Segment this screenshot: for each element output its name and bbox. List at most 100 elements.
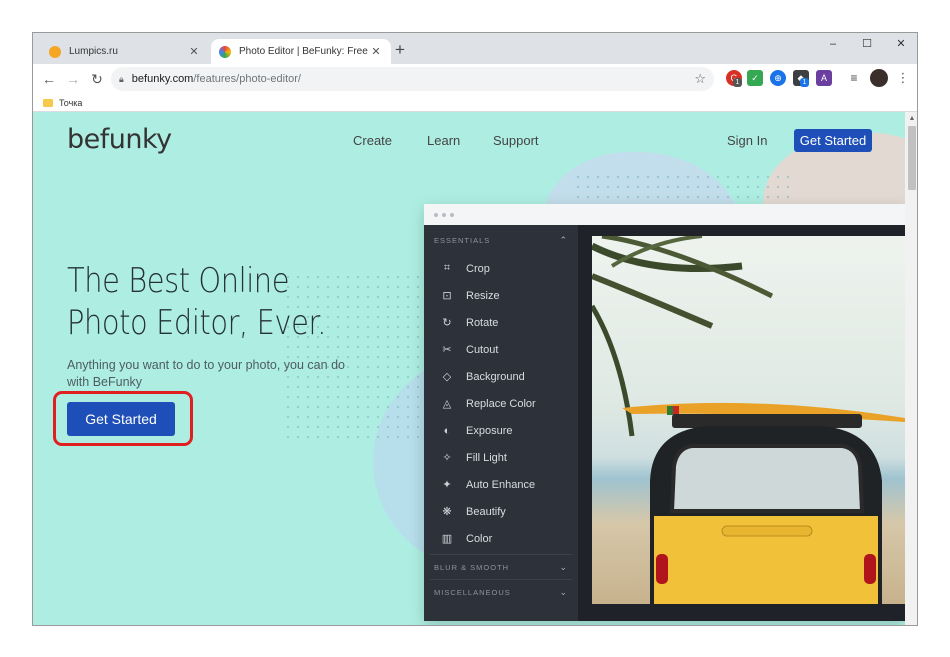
scroll-up-icon[interactable]: ▲ [905, 112, 917, 126]
chevron-down-icon: ⌄ [559, 586, 568, 597]
browser-toolbar: ← → ↻ 🔒︎ befunky.com/features/photo-edit… [33, 64, 917, 94]
tool-label: Auto Enhance [466, 478, 536, 491]
nav-create[interactable]: Create [353, 133, 392, 148]
tool-background[interactable]: ◇ Background [424, 363, 578, 390]
tool-label: Crop [466, 262, 490, 275]
extension-badge: 1 [733, 78, 742, 87]
tab-title: Photo Editor | BeFunky: Free Onl [239, 46, 369, 57]
page-scrollbar[interactable]: ▲ [905, 112, 917, 625]
hero-subtitle: Anything you want to do to your photo, y… [67, 358, 345, 389]
color-icon: ▥ [441, 533, 453, 545]
lumpics-favicon-icon [49, 45, 61, 58]
close-tab-icon[interactable]: ✕ [187, 45, 201, 58]
section-title: MISCELLANEOUS [434, 587, 511, 597]
essentials-title: ESSENTIALS [434, 235, 491, 245]
browser-window: Lumpics.ru ✕ Photo Editor | BeFunky: Fre… [32, 32, 918, 626]
sparkle-icon: ✦ [442, 479, 452, 491]
tool-replace-color[interactable]: ◬ Replace Color [424, 390, 578, 417]
preview-titlebar [424, 204, 905, 225]
tool-label: Replace Color [466, 397, 536, 410]
tool-cutout[interactable]: ✂ Cutout [424, 336, 578, 363]
tool-label: Resize [466, 289, 500, 302]
maximize-button[interactable]: ☐ [849, 33, 885, 55]
exposure-icon: ◐ [443, 424, 451, 437]
minimize-button[interactable]: – [815, 33, 851, 55]
tool-list: ⌗ Crop ⊡ Resize ↻ Rotate ✂ Cutout ◇ Background ◬ Re… [424, 255, 578, 552]
befunky-favicon-icon [219, 45, 231, 58]
tool-color[interactable]: ▥ Color [424, 525, 578, 552]
extension-globe-icon[interactable]: ⊕ [770, 70, 786, 86]
sample-photo-van [592, 236, 905, 604]
lock-icon: 🔒︎ [119, 73, 124, 84]
befunky-logo[interactable]: befunky [67, 124, 172, 155]
bookmark-item[interactable]: Точка [59, 98, 82, 108]
url-host: befunky.com [131, 73, 194, 85]
extension-check-icon[interactable]: ✓ [747, 70, 763, 86]
bookmarks-bar: Точка [33, 94, 917, 112]
tool-resize[interactable]: ⊡ Resize [424, 282, 578, 309]
tab-befunky[interactable]: Photo Editor | BeFunky: Free Onl ✕ [211, 39, 391, 64]
folder-icon [43, 98, 53, 107]
url-path: /features/photo-editor/ [193, 73, 301, 85]
tool-label: Fill Light [466, 451, 507, 464]
header-get-started-button[interactable]: Get Started [794, 129, 872, 152]
profile-avatar[interactable] [870, 69, 888, 87]
close-tab-icon[interactable]: ✕ [369, 45, 383, 58]
editor-body: ESSENTIALS ⌃ ⌗ Crop ⊡ Resize ↻ Rotate ✂ Cutout ◇… [424, 225, 905, 621]
url-text: befunky.com/features/photo-editor/ [132, 73, 695, 85]
section-miscellaneous: MISCELLANEOUS ⌄ [424, 580, 578, 604]
tab-lumpics[interactable]: Lumpics.ru ✕ [41, 39, 209, 64]
tool-label: Beautify [466, 505, 506, 518]
extension-badge: 1 [800, 78, 809, 87]
droplet-icon: ◬ [442, 398, 452, 410]
hero-get-started-button[interactable]: Get Started [67, 402, 175, 436]
atom-icon: ❋ [442, 506, 452, 518]
tab-strip: Lumpics.ru ✕ Photo Editor | BeFunky: Fre… [33, 33, 917, 64]
media-queue-icon[interactable]: ≡ [846, 70, 862, 86]
window-dot [434, 212, 438, 217]
address-bar[interactable]: 🔒︎ befunky.com/features/photo-editor/ ☆ [111, 67, 714, 91]
new-tab-button[interactable]: + [391, 41, 409, 59]
reload-icon[interactable]: ↻ [86, 68, 108, 90]
van-illustration [592, 236, 905, 604]
tool-label: Background [466, 370, 525, 383]
crop-icon: ⌗ [443, 262, 451, 274]
tool-label: Color [466, 532, 493, 545]
extension-purple-icon[interactable]: A [816, 70, 832, 86]
tool-auto-enhance[interactable]: ✦ Auto Enhance [424, 471, 578, 498]
tool-crop[interactable]: ⌗ Crop [424, 255, 578, 282]
nav-learn[interactable]: Learn [427, 133, 460, 148]
menu-kebab-icon[interactable]: ⋮ [895, 70, 911, 86]
sun-icon: ✧ [442, 452, 452, 464]
hero-title: The Best Online Photo Editor, Ever. [67, 261, 327, 343]
forward-arrow-icon[interactable]: → [62, 68, 84, 90]
tool-exposure[interactable]: ◐ Exposure [424, 417, 578, 444]
tool-beautify[interactable]: ❋ Beautify [424, 498, 578, 525]
sign-in-link[interactable]: Sign In [727, 133, 767, 148]
tool-fill-light[interactable]: ✧ Fill Light [424, 444, 578, 471]
tool-label: Exposure [466, 424, 513, 437]
tab-title: Lumpics.ru [69, 46, 118, 57]
chevron-down-icon: ⌄ [559, 561, 568, 572]
section-title: BLUR & SMOOTH [434, 562, 510, 572]
tools-panel: ESSENTIALS ⌃ ⌗ Crop ⊡ Resize ↻ Rotate ✂ Cutout ◇… [424, 225, 578, 621]
rotate-icon: ↻ [442, 317, 452, 329]
chevron-up-icon: ⌃ [559, 234, 568, 245]
section-blur-smooth: BLUR & SMOOTH ⌄ [424, 555, 578, 579]
tool-rotate[interactable]: ↻ Rotate [424, 309, 578, 336]
befunky-page: befunky Create Learn Support Sign In Get… [33, 112, 905, 625]
window-dot [450, 212, 454, 217]
nav-support[interactable]: Support [493, 133, 539, 148]
essentials-header: ESSENTIALS ⌃ [424, 225, 578, 255]
back-arrow-icon[interactable]: ← [38, 68, 60, 90]
close-window-button[interactable]: ✕ [883, 33, 917, 55]
tool-label: Cutout [466, 343, 499, 356]
tool-label: Rotate [466, 316, 499, 329]
scissors-icon: ✂ [442, 344, 452, 356]
editor-preview: ESSENTIALS ⌃ ⌗ Crop ⊡ Resize ↻ Rotate ✂ Cutout ◇… [424, 204, 905, 621]
logo-text: befunky [67, 124, 172, 155]
window-dot [442, 212, 446, 217]
scroll-thumb[interactable] [908, 126, 916, 190]
bookmark-star-icon[interactable]: ☆ [694, 71, 706, 87]
resize-icon: ⊡ [442, 290, 452, 302]
